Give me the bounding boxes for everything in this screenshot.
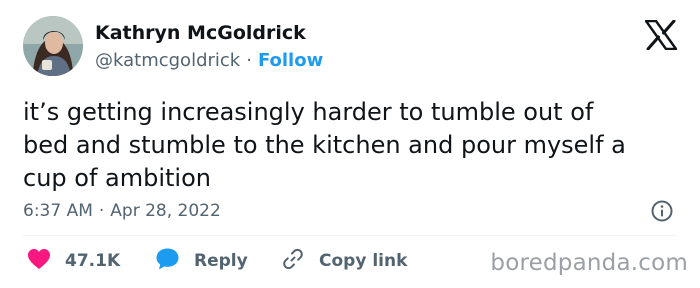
author-handle[interactable]: @katmcgoldrick [95, 50, 240, 71]
tweet-timestamp[interactable]: 6:37 AM · Apr 28, 2022 [23, 201, 221, 221]
follow-button[interactable]: Follow [258, 50, 323, 71]
like-button[interactable]: 47.1K [27, 246, 120, 276]
meta-separator: · [246, 50, 252, 71]
avatar-image [23, 16, 83, 76]
tweet-card: Kathryn McGoldrick @katmcgoldrick · Follow… [0, 0, 700, 288]
author-name[interactable]: Kathryn McGoldrick [95, 22, 306, 44]
author-meta: @katmcgoldrick · Follow [95, 50, 323, 71]
link-icon [281, 247, 305, 275]
info-icon[interactable] [650, 199, 674, 223]
copy-link-label: Copy link [319, 251, 408, 271]
heart-icon [27, 248, 51, 274]
avatar[interactable] [23, 16, 83, 76]
like-count: 47.1K [65, 251, 121, 271]
tweet-time: 6:37 AM [23, 201, 93, 221]
reply-label: Reply [194, 251, 248, 271]
divider [23, 235, 677, 236]
tweet-date: Apr 28, 2022 [110, 201, 221, 221]
watermark: boredpanda.com [490, 250, 688, 276]
timestamp-separator: · [98, 201, 105, 221]
x-logo-icon[interactable] [644, 19, 678, 51]
copy-link-button[interactable]: Copy link [281, 246, 407, 276]
speech-bubble-icon [155, 247, 180, 275]
tweet-text: it’s getting increasingly harder to tumb… [23, 98, 626, 192]
reply-button[interactable]: Reply [155, 246, 248, 276]
